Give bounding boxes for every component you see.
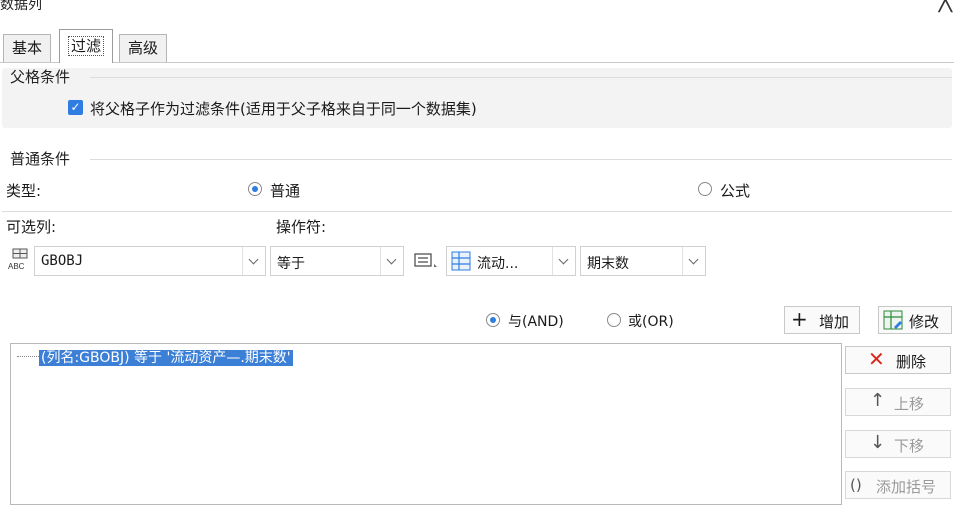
- dataset-select-value: 流动...: [477, 256, 519, 272]
- column-select-value: GBOBJ: [41, 253, 84, 269]
- type-normal-label: 普通: [270, 182, 301, 200]
- edit-icon: [883, 310, 903, 330]
- arrow-down-icon: ↓: [870, 432, 886, 453]
- delete-x-icon: ✕: [868, 347, 885, 371]
- field-select[interactable]: 期末数: [580, 246, 706, 276]
- svg-text:ABC: ABC: [8, 262, 25, 271]
- or-label: 或(OR): [628, 314, 674, 330]
- parent-filter-checkbox[interactable]: ✓: [68, 100, 83, 115]
- type-label: 类型:: [6, 182, 42, 200]
- bracket-icon: (): [850, 476, 862, 494]
- parent-filter-label: 将父格子作为过滤条件(适用于父子格来自于同一个数据集): [90, 100, 477, 118]
- dialog-title: 数据列: [0, 0, 42, 13]
- dataset-select[interactable]: 流动...: [446, 246, 576, 276]
- dataset-icon: [451, 251, 471, 271]
- chevron-down-icon[interactable]: [380, 247, 403, 275]
- move-down-button[interactable]: ↓ 下移: [845, 430, 951, 458]
- and-label: 与(AND): [508, 314, 564, 330]
- operator-select-value: 等于: [277, 256, 305, 272]
- and-radio[interactable]: [486, 313, 500, 327]
- move-up-button[interactable]: ↑ 上移: [845, 388, 951, 416]
- column-type-icon: ABC: [6, 247, 34, 271]
- add-bracket-button[interactable]: () 添加括号: [845, 471, 951, 499]
- parent-condition-legend: 父格条件: [10, 68, 71, 86]
- divider: [90, 77, 952, 78]
- check-icon: ✓: [70, 100, 81, 114]
- normal-condition-legend: 普通条件: [10, 150, 71, 168]
- divider: [2, 211, 952, 212]
- type-formula-radio[interactable]: [698, 182, 712, 196]
- column-label: 可选列:: [6, 218, 57, 236]
- add-button[interactable]: + 增加: [784, 306, 860, 334]
- condition-text: (列名:GBOBJ) 等于 '流动资产—.期末数': [39, 350, 293, 366]
- tab-advanced[interactable]: 高级: [119, 34, 168, 62]
- divider: [90, 159, 952, 160]
- condition-list[interactable]: (列名:GBOBJ) 等于 '流动资产—.期末数': [10, 343, 842, 505]
- tree-line: [17, 356, 39, 358]
- tab-filter[interactable]: 过滤: [59, 29, 114, 63]
- field-select-value: 期末数: [587, 256, 629, 272]
- arrow-up-icon: ↑: [870, 390, 886, 411]
- modify-button[interactable]: 修改: [878, 306, 952, 334]
- or-radio[interactable]: [607, 313, 621, 327]
- type-formula-label: 公式: [720, 182, 751, 200]
- chevron-down-icon[interactable]: [552, 247, 575, 275]
- type-normal-radio[interactable]: [248, 182, 262, 196]
- tab-basic[interactable]: 基本: [3, 34, 52, 62]
- chevron-down-icon[interactable]: [242, 247, 265, 275]
- plus-icon: +: [791, 307, 808, 331]
- column-select[interactable]: GBOBJ: [34, 246, 266, 276]
- operator-label: 操作符:: [276, 218, 327, 236]
- value-type-icon[interactable]: [414, 252, 440, 270]
- operator-select[interactable]: 等于: [270, 246, 404, 276]
- close-icon[interactable]: ╳: [939, 0, 952, 12]
- delete-button[interactable]: ✕ 删除: [845, 346, 951, 374]
- list-item[interactable]: (列名:GBOBJ) 等于 '流动资产—.期末数': [39, 347, 293, 367]
- chevron-down-icon[interactable]: [682, 247, 705, 275]
